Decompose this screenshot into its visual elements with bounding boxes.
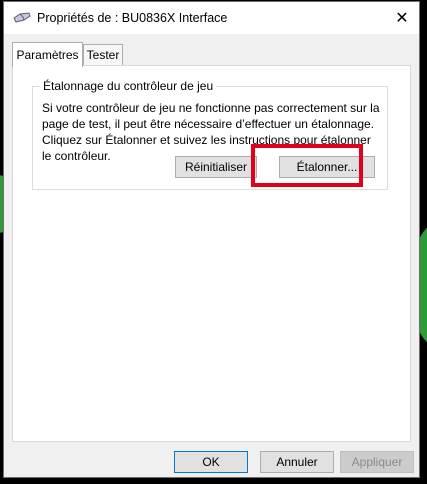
- groupbox-title: Étalonnage du contrôleur de jeu: [40, 79, 217, 93]
- calibration-description: Si votre contrôleur de jeu ne fonctionne…: [42, 101, 380, 163]
- reset-button[interactable]: Réinitialiser: [175, 156, 257, 178]
- window-title: Propriétés de : BU0836X Interface: [37, 11, 228, 25]
- tab-panel: Étalonnage du contrôleur de jeu Si votre…: [12, 65, 411, 442]
- joystick-icon: [13, 11, 31, 25]
- properties-dialog: Propriétés de : BU0836X Interface ✕ Para…: [3, 1, 420, 478]
- ok-button[interactable]: OK: [174, 451, 248, 473]
- cancel-button[interactable]: Annuler: [260, 451, 334, 473]
- close-button[interactable]: ✕: [385, 2, 419, 34]
- calibrate-button[interactable]: Étalonner...: [279, 156, 375, 178]
- apply-button[interactable]: Appliquer: [340, 451, 414, 473]
- close-icon: ✕: [395, 10, 409, 27]
- screen: Propriétés de : BU0836X Interface ✕ Para…: [0, 0, 427, 484]
- title-bar: Propriétés de : BU0836X Interface ✕: [4, 2, 419, 34]
- calibration-groupbox: Étalonnage du contrôleur de jeu Si votre…: [32, 79, 388, 190]
- tab-tester[interactable]: Tester: [83, 44, 123, 65]
- tab-parametres[interactable]: Paramètres: [12, 42, 83, 67]
